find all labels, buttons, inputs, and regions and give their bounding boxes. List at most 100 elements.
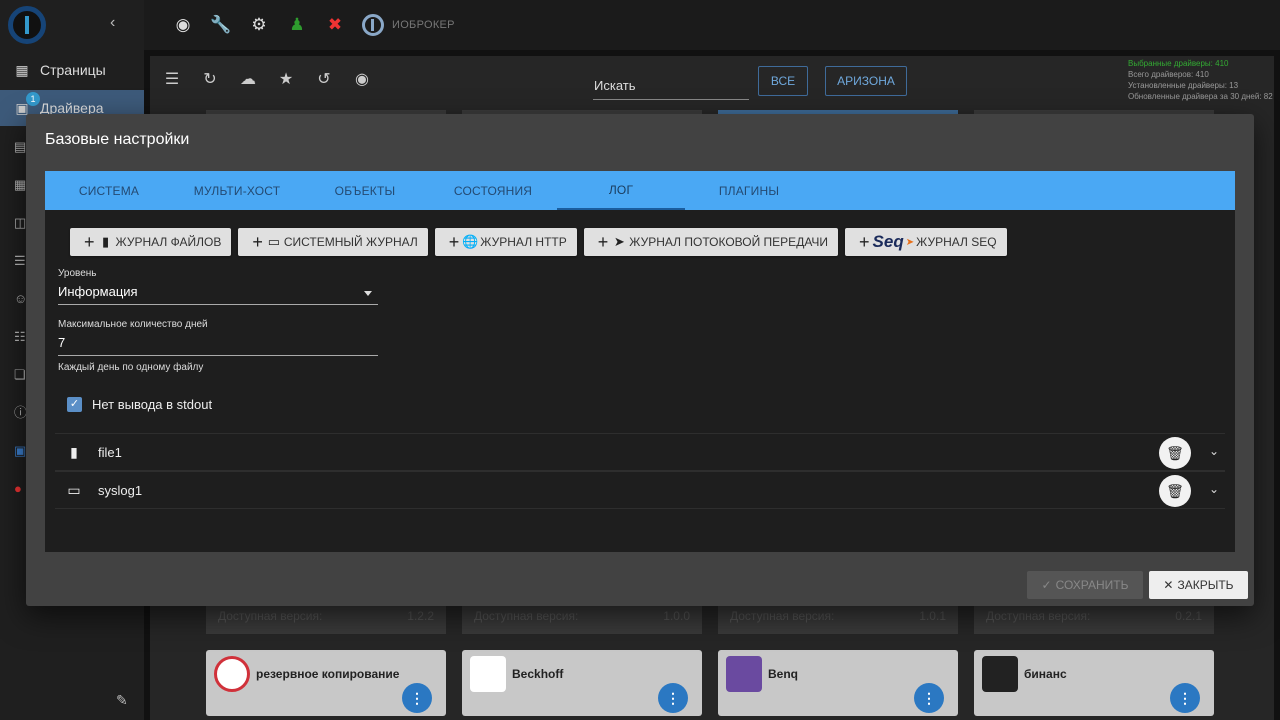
plus-icon: + <box>859 231 870 252</box>
available-version-label: Доступная версия: <box>986 609 1091 623</box>
adapter-card-title: бинанс <box>1024 667 1067 681</box>
available-version-label: Доступная версия: <box>218 609 323 623</box>
delete-icon[interactable]: 🗑 <box>1159 437 1191 469</box>
refresh-icon[interactable]: ↻ <box>200 70 220 90</box>
dropdown-arrow-icon <box>364 291 372 296</box>
level-value: Информация <box>58 284 138 299</box>
tab-log[interactable]: ЛОГ <box>557 171 685 210</box>
more-vert-icon[interactable]: ⋮ <box>1170 683 1200 713</box>
iobroker-brand-icon <box>362 14 384 36</box>
tab-plugins[interactable]: ПЛАГИНЫ <box>685 171 813 210</box>
user-icon[interactable]: ♟ <box>286 14 308 36</box>
chevron-left-icon[interactable]: ‹ <box>110 14 115 32</box>
stat-total: Всего драйверов: 410 <box>1128 70 1209 79</box>
expand-more-icon[interactable]: ⌄ <box>1209 444 1219 458</box>
tab-states[interactable]: СОСТОЯНИЯ <box>429 171 557 210</box>
plus-icon: + <box>252 231 263 252</box>
plus-icon: + <box>84 231 95 252</box>
more-vert-icon[interactable]: ⋮ <box>658 683 688 713</box>
laptop-icon: ▭ <box>67 481 81 498</box>
transport-row-file1[interactable]: ▮ file1 🗑 ⌄ <box>55 433 1225 471</box>
adapter-card-title: резервное копирование <box>256 667 400 681</box>
close-icon: ✕ <box>1163 578 1174 592</box>
checkbox-checked-icon[interactable]: ✓ <box>67 397 82 412</box>
transport-name: file1 <box>98 444 122 460</box>
globe-icon: 🌐 <box>462 234 479 249</box>
add-file-log-button[interactable]: + ▮ ЖУРНАЛ ФАЙЛОВ <box>70 228 232 256</box>
top-bar: ◉ 🔧 ⚙ ♟ ✖ ИОБРОКЕР <box>144 0 1280 50</box>
wrench-red-icon[interactable]: ✖ <box>324 14 346 36</box>
list-view-icon[interactable]: ☰ <box>162 70 182 90</box>
max-days-helper: Каждый день по одному файлу <box>58 362 204 373</box>
seq-logo-icon: Seq <box>872 232 904 251</box>
search-input[interactable]: Искать <box>593 72 749 100</box>
dialog-body: СИСТЕМА МУЛЬТИ-ХОСТ ОБЪЕКТЫ СОСТОЯНИЯ ЛО… <box>45 171 1235 552</box>
transport-name: syslog1 <box>98 482 143 498</box>
save-button[interactable]: ✓ СОХРАНИТЬ <box>1027 571 1143 599</box>
driver-stats: Выбранные драйверы: 410 Всего драйверов:… <box>1128 58 1273 102</box>
plus-icon: + <box>597 231 609 252</box>
pencil-icon[interactable]: ✎ <box>116 692 128 709</box>
toolbar-icons: ☰ ↻ ☁ ★ ↺ ◉ <box>162 70 372 90</box>
more-vert-icon[interactable]: ⋮ <box>914 683 944 713</box>
tab-system[interactable]: СИСТЕМА <box>45 171 173 210</box>
stat-selected: Выбранные драйверы: 410 <box>1128 59 1229 68</box>
settings-tabs: СИСТЕМА МУЛЬТИ-ХОСТ ОБЪЕКТЫ СОСТОЯНИЯ ЛО… <box>45 171 1235 210</box>
wrench-icon[interactable]: 🔧 <box>210 14 232 36</box>
no-stdout-label: Нет вывода в stdout <box>92 397 213 412</box>
save-label: СОХРАНИТЬ <box>1055 578 1129 592</box>
adapter-card[interactable]: резервное копирование ⋮ <box>206 650 446 716</box>
gear-icon[interactable]: ⚙ <box>248 14 270 36</box>
add-http-log-button[interactable]: + 🌐 ЖУРНАЛ HTTP <box>434 228 577 256</box>
available-version-value: 0.2.1 <box>1175 609 1202 623</box>
tab-objects[interactable]: ОБЪЕКТЫ <box>301 171 429 210</box>
base-settings-dialog: Базовые настройки СИСТЕМА МУЛЬТИ-ХОСТ ОБ… <box>26 114 1254 606</box>
delete-icon[interactable]: 🗑 <box>1159 475 1191 507</box>
grid-icon: ▦ <box>15 62 29 78</box>
add-syslog-button[interactable]: + ▭ СИСТЕМНЫЙ ЖУРНАЛ <box>238 228 428 256</box>
button-label: ЖУРНАЛ ПОТОКОВОЙ ПЕРЕДАЧИ <box>629 235 829 249</box>
available-version-value: 1.2.2 <box>407 609 434 623</box>
more-vert-icon[interactable]: ⋮ <box>402 683 432 713</box>
button-label: СИСТЕМНЫЙ ЖУРНАЛ <box>283 235 418 249</box>
close-label: ЗАКРЫТЬ <box>1177 578 1234 592</box>
adapter-card-title: Beckhoff <box>512 667 564 681</box>
level-select[interactable]: Информация <box>58 279 378 305</box>
button-label: ЖУРНАЛ SEQ <box>916 235 997 249</box>
transport-row-syslog1[interactable]: ▭ syslog1 🗑 ⌄ <box>55 471 1225 509</box>
available-version-value: 1.0.1 <box>919 609 946 623</box>
add-transport-buttons: + ▮ ЖУРНАЛ ФАЙЛОВ + ▭ СИСТЕМНЫЙ ЖУРНАЛ +… <box>70 228 1007 256</box>
add-seq-log-button[interactable]: + Seq ➤ ЖУРНАЛ SEQ <box>845 228 1007 256</box>
close-button[interactable]: ✕ ЗАКРЫТЬ <box>1149 571 1248 599</box>
adapter-card[interactable]: Benq ⋮ <box>718 650 958 716</box>
file-icon: ▮ <box>101 234 110 249</box>
star-icon[interactable]: ★ <box>276 70 296 90</box>
cloud-off-icon[interactable]: ☁ <box>238 70 258 90</box>
expand-more-icon[interactable]: ⌄ <box>1209 482 1219 496</box>
update-icon[interactable]: ↺ <box>314 70 334 90</box>
adapter-card-title: Benq <box>768 667 798 681</box>
no-stdout-checkbox[interactable]: ✓ Нет вывода в stdout <box>67 397 212 412</box>
filter-arizona-button[interactable]: АРИЗОНА <box>825 66 907 96</box>
tab-multihost[interactable]: МУЛЬТИ-ХОСТ <box>173 171 301 210</box>
github-icon[interactable]: ◉ <box>352 70 372 90</box>
eye-icon[interactable]: ◉ <box>172 14 194 36</box>
adapter-card[interactable]: бинанс ⋮ <box>974 650 1214 716</box>
app-root: ‹ ▦ Страницы ▣ 1 Драйвера ▤ ▦ ◫ ☰ ☺ ☷ ❏ … <box>0 0 1280 720</box>
seq-arrow-icon: ➤ <box>905 236 915 248</box>
file-icon: ▮ <box>70 443 78 460</box>
adapter-card[interactable]: Beckhoff ⋮ <box>462 650 702 716</box>
max-days-label: Максимальное количество дней <box>58 319 208 330</box>
binance-logo-icon <box>982 656 1018 692</box>
iobroker-logo-icon[interactable] <box>8 6 46 44</box>
benq-projector-icon <box>726 656 762 692</box>
dialog-title: Базовые настройки <box>45 131 190 148</box>
max-days-input[interactable]: 7 <box>58 330 378 356</box>
add-stream-log-button[interactable]: + ➤ ЖУРНАЛ ПОТОКОВОЙ ПЕРЕДАЧИ <box>583 228 839 256</box>
plus-icon: + <box>448 231 460 252</box>
button-label: ЖУРНАЛ HTTP <box>480 235 567 249</box>
filter-all-button[interactable]: ВСЕ <box>758 66 808 96</box>
beckhoff-logo-icon <box>470 656 506 692</box>
stat-updated: Обновленные драйвера за 30 дней: 82 <box>1128 92 1273 101</box>
sidebar-item-pages[interactable]: ▦ Страницы <box>0 52 144 88</box>
